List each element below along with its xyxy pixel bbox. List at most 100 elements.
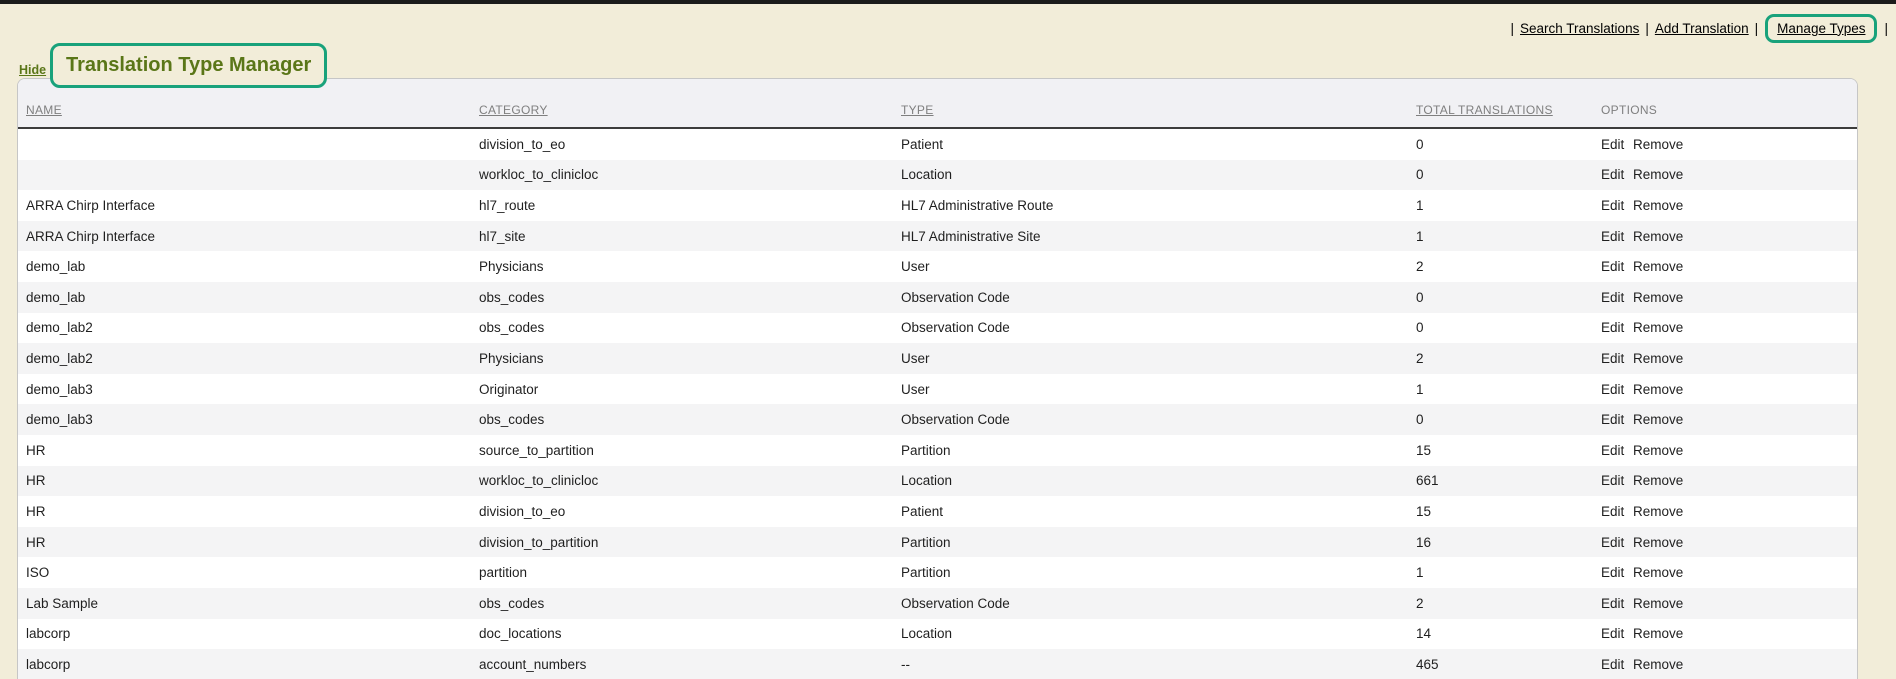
edit-link[interactable]: Edit — [1601, 167, 1624, 182]
top-border-bar — [0, 0, 1896, 4]
remove-link[interactable]: Remove — [1633, 137, 1683, 152]
edit-link[interactable]: Edit — [1601, 351, 1624, 366]
remove-link[interactable]: Remove — [1633, 504, 1683, 519]
cell-name: demo_lab3 — [18, 374, 478, 405]
cell-total-translations: 465 — [1415, 649, 1600, 679]
cell-total-translations: 2 — [1415, 343, 1600, 374]
edit-link[interactable]: Edit — [1601, 320, 1624, 335]
hide-link[interactable]: Hide — [17, 63, 48, 77]
cell-category: partition — [478, 557, 900, 588]
cell-type: Observation Code — [900, 588, 1415, 619]
cell-name: demo_lab2 — [18, 343, 478, 374]
cell-category: doc_locations — [478, 619, 900, 650]
edit-link[interactable]: Edit — [1601, 535, 1624, 550]
cell-name: ISO — [18, 557, 478, 588]
cell-total-translations: 661 — [1415, 466, 1600, 497]
remove-link[interactable]: Remove — [1633, 229, 1683, 244]
remove-link[interactable]: Remove — [1633, 351, 1683, 366]
nav-add-translation-link[interactable]: Add Translation — [1655, 21, 1749, 36]
cell-name: ARRA Chirp Interface — [18, 221, 478, 252]
cell-category: Physicians — [478, 343, 900, 374]
cell-category: account_numbers — [478, 649, 900, 679]
remove-link[interactable]: Remove — [1633, 198, 1683, 213]
cell-category: obs_codes — [478, 313, 900, 344]
nav-manage-types-link[interactable]: Manage Types — [1777, 21, 1865, 36]
remove-link[interactable]: Remove — [1633, 657, 1683, 672]
table-row: HR workloc_to_clinicloc Location 661 Edi… — [18, 466, 1858, 497]
cell-name: labcorp — [18, 649, 478, 679]
top-nav: | Search Translations | Add Translation … — [1511, 11, 1889, 45]
edit-link[interactable]: Edit — [1601, 137, 1624, 152]
remove-link[interactable]: Remove — [1633, 473, 1683, 488]
edit-link[interactable]: Edit — [1601, 229, 1624, 244]
edit-link[interactable]: Edit — [1601, 504, 1624, 519]
cell-category: division_to_eo — [478, 128, 900, 160]
edit-link[interactable]: Edit — [1601, 198, 1624, 213]
cell-category: Originator — [478, 374, 900, 405]
cell-name: labcorp — [18, 619, 478, 650]
cell-name: demo_lab3 — [18, 404, 478, 435]
remove-link[interactable]: Remove — [1633, 443, 1683, 458]
cell-options: Edit Remove — [1600, 128, 1858, 160]
edit-link[interactable]: Edit — [1601, 382, 1624, 397]
cell-type: -- — [900, 649, 1415, 679]
cell-options: Edit Remove — [1600, 649, 1858, 679]
table-row: workloc_to_clinicloc Location 0 Edit Rem… — [18, 160, 1858, 191]
cell-category: source_to_partition — [478, 435, 900, 466]
edit-link[interactable]: Edit — [1601, 443, 1624, 458]
cell-options: Edit Remove — [1600, 282, 1858, 313]
cell-type: HL7 Administrative Route — [900, 190, 1415, 221]
cell-name: HR — [18, 466, 478, 497]
column-header-category[interactable]: CATEGORY — [478, 79, 900, 128]
cell-total-translations: 0 — [1415, 128, 1600, 160]
remove-link[interactable]: Remove — [1633, 412, 1683, 427]
remove-link[interactable]: Remove — [1633, 535, 1683, 550]
table-row: demo_lab3 obs_codes Observation Code 0 E… — [18, 404, 1858, 435]
nav-separator: | — [1645, 21, 1649, 36]
edit-link[interactable]: Edit — [1601, 596, 1624, 611]
edit-link[interactable]: Edit — [1601, 626, 1624, 641]
edit-link[interactable]: Edit — [1601, 473, 1624, 488]
annotation-box-manage-types: Manage Types — [1765, 14, 1877, 43]
table-row: demo_lab2 Physicians User 2 Edit Remove — [18, 343, 1858, 374]
nav-separator: | — [1755, 21, 1759, 36]
remove-link[interactable]: Remove — [1633, 382, 1683, 397]
remove-link[interactable]: Remove — [1633, 320, 1683, 335]
column-header-total-translations[interactable]: TOTAL TRANSLATIONS — [1415, 79, 1600, 128]
remove-link[interactable]: Remove — [1633, 565, 1683, 580]
cell-category: obs_codes — [478, 404, 900, 435]
remove-link[interactable]: Remove — [1633, 626, 1683, 641]
cell-total-translations: 16 — [1415, 527, 1600, 558]
edit-link[interactable]: Edit — [1601, 290, 1624, 305]
remove-link[interactable]: Remove — [1633, 259, 1683, 274]
cell-total-translations: 0 — [1415, 404, 1600, 435]
table-row: division_to_eo Patient 0 Edit Remove — [18, 128, 1858, 160]
table-row: demo_lab3 Originator User 1 Edit Remove — [18, 374, 1858, 405]
cell-type: Patient — [900, 128, 1415, 160]
cell-type: Observation Code — [900, 313, 1415, 344]
cell-name: HR — [18, 435, 478, 466]
cell-category: hl7_route — [478, 190, 900, 221]
cell-type: User — [900, 374, 1415, 405]
cell-options: Edit Remove — [1600, 588, 1858, 619]
remove-link[interactable]: Remove — [1633, 596, 1683, 611]
column-header-type[interactable]: TYPE — [900, 79, 1415, 128]
cell-options: Edit Remove — [1600, 619, 1858, 650]
cell-name: HR — [18, 496, 478, 527]
cell-options: Edit Remove — [1600, 251, 1858, 282]
edit-link[interactable]: Edit — [1601, 412, 1624, 427]
table-row: ISO partition Partition 1 Edit Remove — [18, 557, 1858, 588]
edit-link[interactable]: Edit — [1601, 259, 1624, 274]
cell-name: demo_lab2 — [18, 313, 478, 344]
cell-category: division_to_partition — [478, 527, 900, 558]
cell-type: Observation Code — [900, 404, 1415, 435]
remove-link[interactable]: Remove — [1633, 167, 1683, 182]
remove-link[interactable]: Remove — [1633, 290, 1683, 305]
edit-link[interactable]: Edit — [1601, 565, 1624, 580]
cell-name: ARRA Chirp Interface — [18, 190, 478, 221]
nav-search-translations-link[interactable]: Search Translations — [1520, 21, 1639, 36]
edit-link[interactable]: Edit — [1601, 657, 1624, 672]
cell-total-translations: 1 — [1415, 190, 1600, 221]
table-row: ARRA Chirp Interface hl7_route HL7 Admin… — [18, 190, 1858, 221]
cell-total-translations: 0 — [1415, 282, 1600, 313]
